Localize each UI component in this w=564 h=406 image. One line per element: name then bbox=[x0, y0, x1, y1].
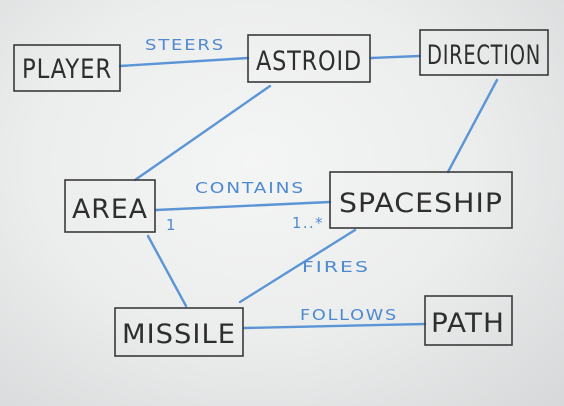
whiteboard: PLAYER ASTROID DIRECTION AREA SPACESHIP … bbox=[0, 0, 564, 406]
class-name-direction: DIRECTION bbox=[427, 40, 541, 71]
edge-astroid-area bbox=[133, 84, 272, 182]
relation-label-steers: STEERS bbox=[145, 36, 225, 54]
relation-label-follows: FOLLOWS bbox=[300, 306, 398, 324]
edge-player-astroid bbox=[118, 56, 250, 68]
edge-astroid-direction bbox=[369, 54, 422, 60]
multiplicity-spaceship: 1..* bbox=[292, 214, 324, 232]
relation-label-contains: CONTAINS bbox=[195, 179, 305, 197]
relation-label-fires: FIRES bbox=[302, 258, 370, 276]
edge-missile-path bbox=[242, 322, 427, 330]
class-name-path: PATH bbox=[431, 308, 505, 339]
class-name-player: PLAYER bbox=[22, 54, 112, 85]
class-name-area: AREA bbox=[72, 194, 148, 225]
multiplicity-area: 1 bbox=[166, 216, 177, 234]
class-name-astroid: ASTROID bbox=[256, 46, 362, 77]
edge-area-spaceship bbox=[154, 200, 332, 212]
edge-direction-spaceship bbox=[446, 78, 499, 174]
edge-area-missile bbox=[146, 234, 188, 308]
class-name-missile: MISSILE bbox=[122, 319, 236, 350]
class-name-spaceship: SPACESHIP bbox=[339, 188, 503, 219]
class-diagram: PLAYER ASTROID DIRECTION AREA SPACESHIP … bbox=[13, 29, 549, 357]
